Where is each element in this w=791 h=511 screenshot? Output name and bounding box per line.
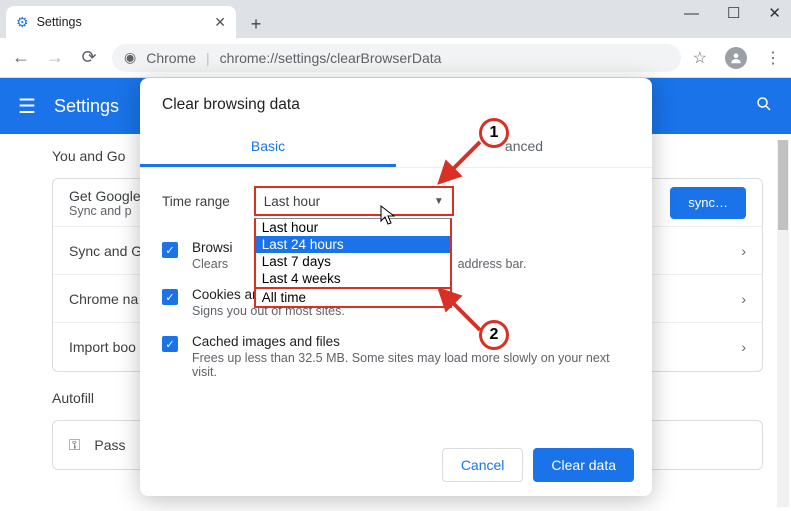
maximize-icon[interactable]: ☐ <box>727 4 740 22</box>
time-range-value: Last hour <box>264 194 320 209</box>
option-all-time[interactable]: All time <box>256 287 450 306</box>
minimize-icon[interactable]: — <box>684 5 699 22</box>
settings-title: Settings <box>54 96 119 117</box>
chevron-right-icon: › <box>741 291 746 307</box>
reload-button[interactable]: ⟳ <box>78 47 100 68</box>
time-range-label: Time range <box>162 194 230 209</box>
annotation-arrow-2 <box>432 282 482 332</box>
row-sublabel: Sync and p <box>69 204 141 218</box>
row-label: Sync and G <box>69 243 142 259</box>
tab-strip: ⚙ Settings ✕ + <box>0 0 791 38</box>
annotation-marker-1: 1 <box>479 118 509 148</box>
clear-browsing-data-dialog: Clear browsing data Basic anced Time ran… <box>140 78 652 496</box>
checkbox-checked-icon[interactable]: ✓ <box>162 289 178 305</box>
chevron-right-icon: › <box>741 243 746 259</box>
profile-avatar[interactable] <box>725 47 747 69</box>
scrollbar[interactable] <box>777 140 789 507</box>
turn-on-sync-button[interactable]: sync… <box>670 187 746 219</box>
time-range-dropdown: Last hour Last 24 hours Last 7 days Last… <box>254 218 452 308</box>
option-last-24-hours[interactable]: Last 24 hours <box>256 236 450 253</box>
hamburger-icon[interactable]: ☰ <box>18 94 36 119</box>
dialog-tabs: Basic anced <box>140 128 652 168</box>
address-separator: | <box>206 50 210 66</box>
option-last-hour[interactable]: Last hour <box>256 219 450 236</box>
dialog-title: Clear browsing data <box>140 96 652 114</box>
row-label: Import boo <box>69 339 136 355</box>
option-last-4-weeks[interactable]: Last 4 weeks <box>256 270 450 287</box>
row-label: Get Google <box>69 188 141 204</box>
tab-title: Settings <box>37 15 82 29</box>
time-range-row: Time range Last hour ▼ Last hour Last 24… <box>162 186 630 216</box>
dialog-body: Time range Last hour ▼ Last hour Last 24… <box>140 168 652 379</box>
new-tab-button[interactable]: + <box>242 10 270 38</box>
time-range-select[interactable]: Last hour ▼ Last hour Last 24 hours Last… <box>254 186 454 216</box>
gear-icon: ⚙ <box>16 14 29 31</box>
checkbox-checked-icon[interactable]: ✓ <box>162 242 178 258</box>
address-bar[interactable]: ◉ Chrome | chrome://settings/clearBrowse… <box>112 44 681 72</box>
menu-icon[interactable]: ⋮ <box>765 48 781 68</box>
toolbar-right: ☆ ⋮ <box>693 47 781 69</box>
scrollbar-thumb[interactable] <box>778 140 788 230</box>
toolbar: ← → ⟳ ◉ Chrome | chrome://settings/clear… <box>0 38 791 78</box>
clear-data-button[interactable]: Clear data <box>533 448 634 482</box>
search-icon[interactable] <box>755 95 773 118</box>
window-controls: — ☐ ✕ <box>684 4 781 22</box>
row-label: Chrome na <box>69 291 138 307</box>
cancel-button[interactable]: Cancel <box>442 448 524 482</box>
back-button[interactable]: ← <box>10 47 32 68</box>
option-label: Cached images and files <box>192 334 630 349</box>
chrome-icon: ◉ <box>124 49 136 66</box>
close-tab-icon[interactable]: ✕ <box>214 14 226 31</box>
chevron-right-icon: › <box>741 339 746 355</box>
close-window-icon[interactable]: ✕ <box>768 4 781 22</box>
dialog-footer: Cancel Clear data <box>442 448 634 482</box>
option-cached-images[interactable]: ✓ Cached images and files Frees up less … <box>162 334 630 379</box>
option-sublabel: Frees up less than 32.5 MB. Some sites m… <box>192 351 630 379</box>
row-label: Pass <box>94 437 125 453</box>
tab-basic[interactable]: Basic <box>140 128 396 167</box>
annotation-arrow-1 <box>432 140 482 190</box>
annotation-marker-2: 2 <box>479 320 509 350</box>
forward-button[interactable]: → <box>44 47 66 68</box>
address-prefix: Chrome <box>146 50 196 66</box>
key-icon: ⚿ <box>69 437 80 454</box>
option-last-7-days[interactable]: Last 7 days <box>256 253 450 270</box>
chevron-down-icon: ▼ <box>434 196 444 207</box>
checkbox-checked-icon[interactable]: ✓ <box>162 336 178 352</box>
address-path: chrome://settings/clearBrowserData <box>220 50 442 66</box>
star-icon[interactable]: ☆ <box>693 48 707 68</box>
browser-tab-settings[interactable]: ⚙ Settings ✕ <box>6 6 236 38</box>
